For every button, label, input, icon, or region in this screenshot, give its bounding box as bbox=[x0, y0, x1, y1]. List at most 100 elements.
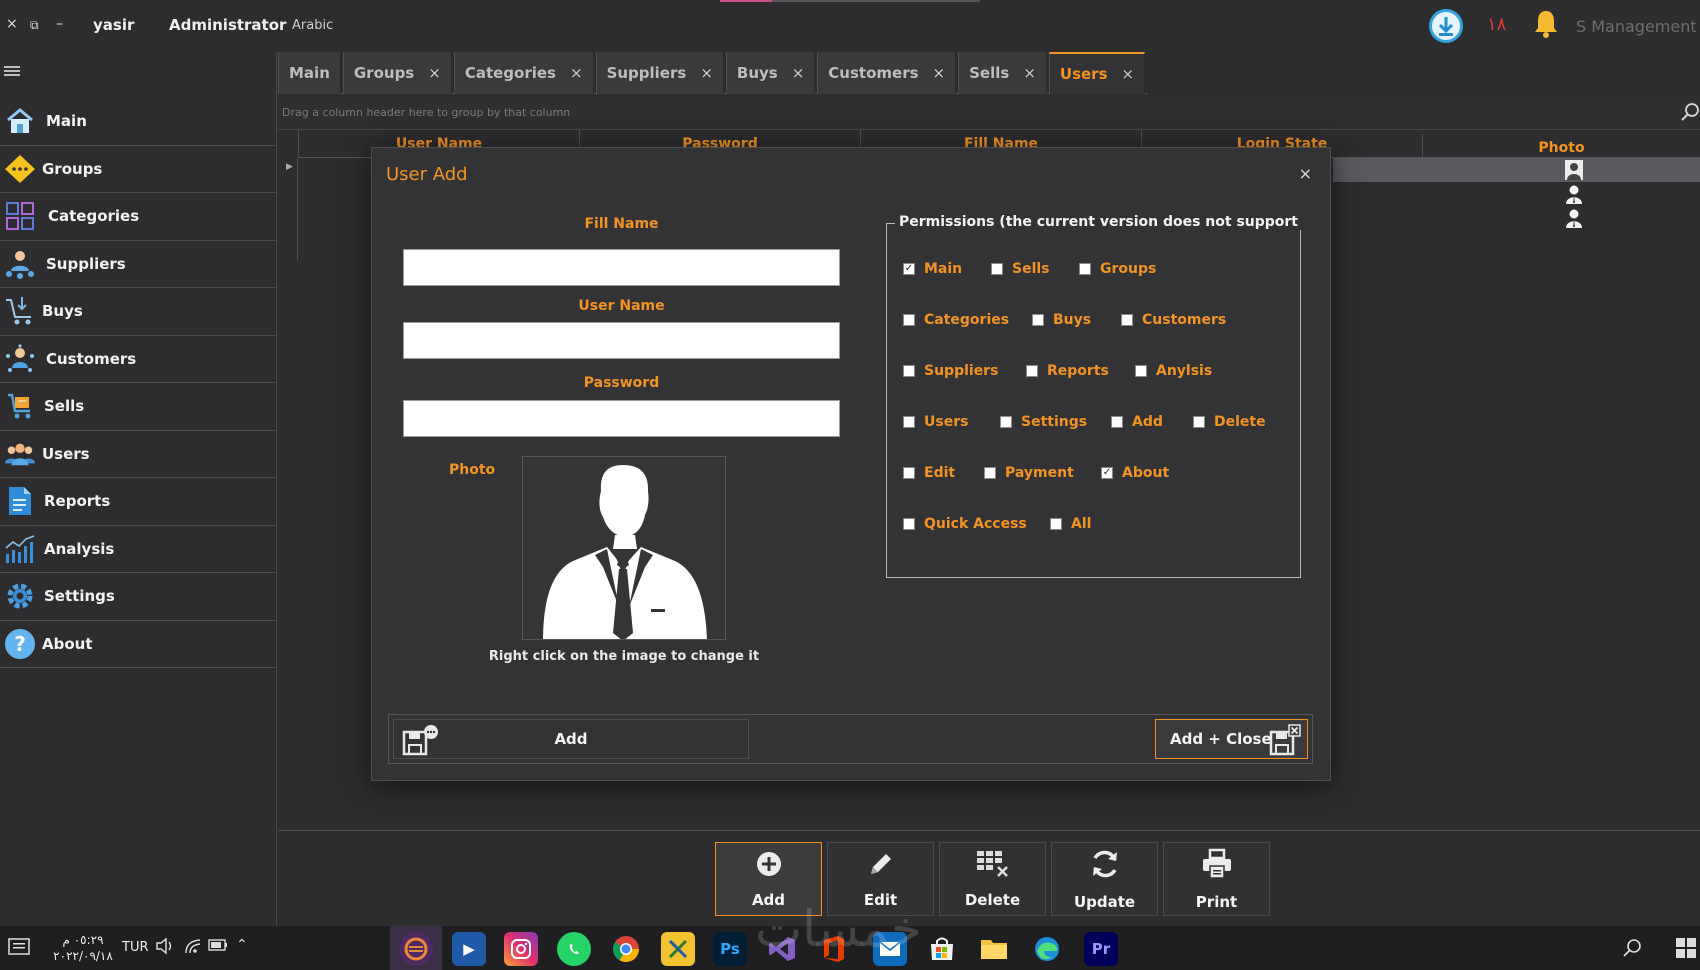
taskbar-whatsapp-icon[interactable] bbox=[557, 932, 591, 966]
tab-customers[interactable]: Customers × bbox=[817, 52, 957, 94]
taskbar-photoshop-icon[interactable]: Ps bbox=[713, 932, 747, 966]
tab-groups[interactable]: Groups × bbox=[342, 52, 452, 94]
tab-users[interactable]: Users × bbox=[1048, 52, 1146, 94]
taskbar-premiere-icon[interactable]: Pr bbox=[1084, 932, 1118, 966]
user-name-input[interactable] bbox=[403, 322, 840, 359]
tab-close-icon[interactable]: × bbox=[428, 64, 441, 82]
taskbar-instagram-icon[interactable] bbox=[504, 932, 538, 966]
toolbar-print-button[interactable]: Print bbox=[1163, 842, 1270, 916]
save-close-icon bbox=[1269, 724, 1301, 762]
printer-icon bbox=[1201, 848, 1233, 887]
permission-about-checkbox[interactable]: ✓ About bbox=[1101, 465, 1169, 481]
tab-close-icon[interactable]: × bbox=[1023, 64, 1036, 82]
watermark: خمسات bbox=[755, 900, 922, 958]
permission-add-checkbox[interactable]: Add bbox=[1111, 414, 1163, 430]
windows-start-icon[interactable] bbox=[1676, 938, 1696, 963]
tab-close-icon[interactable]: × bbox=[700, 64, 713, 82]
add-button[interactable]: Add bbox=[393, 719, 749, 759]
tab-sells[interactable]: Sells × bbox=[958, 52, 1047, 94]
tab-categories[interactable]: Categories × bbox=[453, 52, 594, 94]
taskbar-search-icon[interactable] bbox=[1622, 938, 1642, 963]
about-icon: ? bbox=[4, 628, 36, 659]
bell-icon[interactable] bbox=[1530, 8, 1562, 44]
user-photo[interactable] bbox=[522, 456, 726, 640]
taskbar-clock[interactable]: ٠٥:٢٩ م ٢٠٢٢/٠٩/١٨ bbox=[48, 932, 118, 964]
hamburger-menu-icon[interactable] bbox=[4, 66, 20, 76]
groups-icon bbox=[4, 154, 36, 184]
permission-edit-checkbox[interactable]: Edit bbox=[903, 465, 955, 481]
window-minimize-button[interactable]: – bbox=[56, 16, 63, 32]
permission-users-checkbox[interactable]: Users bbox=[903, 414, 968, 430]
taskbar-video-editor-icon[interactable]: ▶ bbox=[452, 932, 486, 966]
customers-icon bbox=[4, 344, 36, 374]
add-close-button[interactable]: Add + Close bbox=[1155, 719, 1308, 759]
permission-categories-checkbox[interactable]: Categories bbox=[903, 312, 1009, 328]
permission-customers-checkbox[interactable]: Customers bbox=[1121, 312, 1226, 328]
tab-close-icon[interactable]: × bbox=[792, 64, 805, 82]
permission-main-checkbox[interactable]: ✓ Main bbox=[903, 261, 962, 277]
taskbar-edge-icon[interactable] bbox=[1030, 932, 1064, 966]
sidebar-item-customers[interactable]: Customers bbox=[0, 336, 277, 383]
permission-payment-checkbox[interactable]: Payment bbox=[984, 465, 1074, 481]
sidebar-item-users[interactable]: Users bbox=[0, 431, 277, 478]
tab-close-icon[interactable]: × bbox=[570, 64, 583, 82]
permission-reports-checkbox[interactable]: Reports bbox=[1026, 363, 1109, 379]
sidebar-item-categories[interactable]: Categories bbox=[0, 193, 277, 241]
password-input[interactable] bbox=[403, 400, 840, 437]
plus-icon bbox=[755, 850, 783, 885]
group-by-panel[interactable]: Drag a column header here to group by th… bbox=[278, 96, 1700, 130]
volume-icon[interactable] bbox=[155, 937, 175, 959]
table-row-selected[interactable] bbox=[1333, 158, 1700, 182]
dialog-close-icon[interactable]: × bbox=[1299, 164, 1312, 183]
sidebar-item-main[interactable]: Main bbox=[0, 98, 277, 146]
sidebar-item-reports[interactable]: Reports bbox=[0, 478, 277, 526]
checkbox-checked-icon: ✓ bbox=[903, 263, 915, 275]
fill-name-input[interactable] bbox=[403, 249, 840, 286]
tab-close-icon[interactable]: × bbox=[1122, 65, 1135, 83]
download-icon[interactable] bbox=[1429, 9, 1463, 43]
sidebar-item-sells[interactable]: Sells bbox=[0, 383, 277, 431]
permission-buys-checkbox[interactable]: Buys bbox=[1032, 312, 1091, 328]
suppliers-icon bbox=[4, 249, 36, 279]
taskbar-file-tool-icon[interactable] bbox=[661, 932, 695, 966]
permissions-group: Permissions (the current version does no… bbox=[886, 214, 1302, 578]
sidebar-item-suppliers[interactable]: Suppliers bbox=[0, 241, 277, 288]
taskbar-app-current-icon[interactable] bbox=[399, 932, 433, 966]
tab-buys[interactable]: Buys × bbox=[725, 52, 816, 94]
toolbar-update-button[interactable]: Update bbox=[1051, 842, 1158, 916]
battery-icon[interactable] bbox=[208, 937, 228, 956]
input-language[interactable]: TUR bbox=[122, 940, 149, 955]
toolbar-delete-button[interactable]: Delete bbox=[939, 842, 1046, 916]
buys-icon bbox=[4, 296, 36, 326]
pencil-icon bbox=[867, 850, 895, 885]
sidebar-item-buys[interactable]: Buys bbox=[0, 288, 277, 336]
clock-time: ٠٥:٢٩ م bbox=[62, 933, 104, 947]
user-photo-thumbnail-icon bbox=[1564, 184, 1584, 204]
taskbar-file-explorer-icon[interactable] bbox=[977, 932, 1011, 966]
tab-main[interactable]: Main bbox=[278, 52, 341, 94]
photo-label: Photo bbox=[449, 462, 496, 478]
permission-sells-checkbox[interactable]: Sells bbox=[991, 261, 1050, 277]
taskbar-chrome-icon[interactable] bbox=[609, 932, 643, 966]
sidebar-item-analysis[interactable]: Analysis bbox=[0, 526, 277, 573]
sidebar-item-groups[interactable]: Groups bbox=[0, 146, 277, 193]
permission-anylsis-checkbox[interactable]: Anylsis bbox=[1135, 363, 1212, 379]
window-close-button[interactable]: × bbox=[6, 16, 18, 32]
taskbar-store-icon[interactable] bbox=[925, 932, 959, 966]
sidebar-item-about[interactable]: ? About bbox=[0, 621, 277, 668]
permission-groups-checkbox[interactable]: Groups bbox=[1079, 261, 1156, 277]
wifi-icon[interactable] bbox=[184, 937, 202, 959]
search-icon[interactable] bbox=[1680, 102, 1700, 127]
window-restore-button[interactable]: ⧉ bbox=[30, 18, 39, 33]
sidebar-item-settings[interactable]: Settings bbox=[0, 573, 277, 621]
notifications-icon[interactable] bbox=[8, 938, 30, 962]
permission-settings-checkbox[interactable]: Settings bbox=[1000, 414, 1087, 430]
permission-quick-access-checkbox[interactable]: Quick Access bbox=[903, 516, 1027, 532]
tab-suppliers[interactable]: Suppliers × bbox=[595, 52, 724, 94]
language-switch[interactable]: Arabic bbox=[292, 18, 333, 33]
show-hidden-icons-chevron-icon[interactable]: ⌃ bbox=[236, 937, 248, 953]
permission-delete-checkbox[interactable]: Delete bbox=[1193, 414, 1266, 430]
tab-close-icon[interactable]: × bbox=[933, 64, 946, 82]
permission-all-checkbox[interactable]: All bbox=[1050, 516, 1091, 532]
permission-suppliers-checkbox[interactable]: Suppliers bbox=[903, 363, 998, 379]
